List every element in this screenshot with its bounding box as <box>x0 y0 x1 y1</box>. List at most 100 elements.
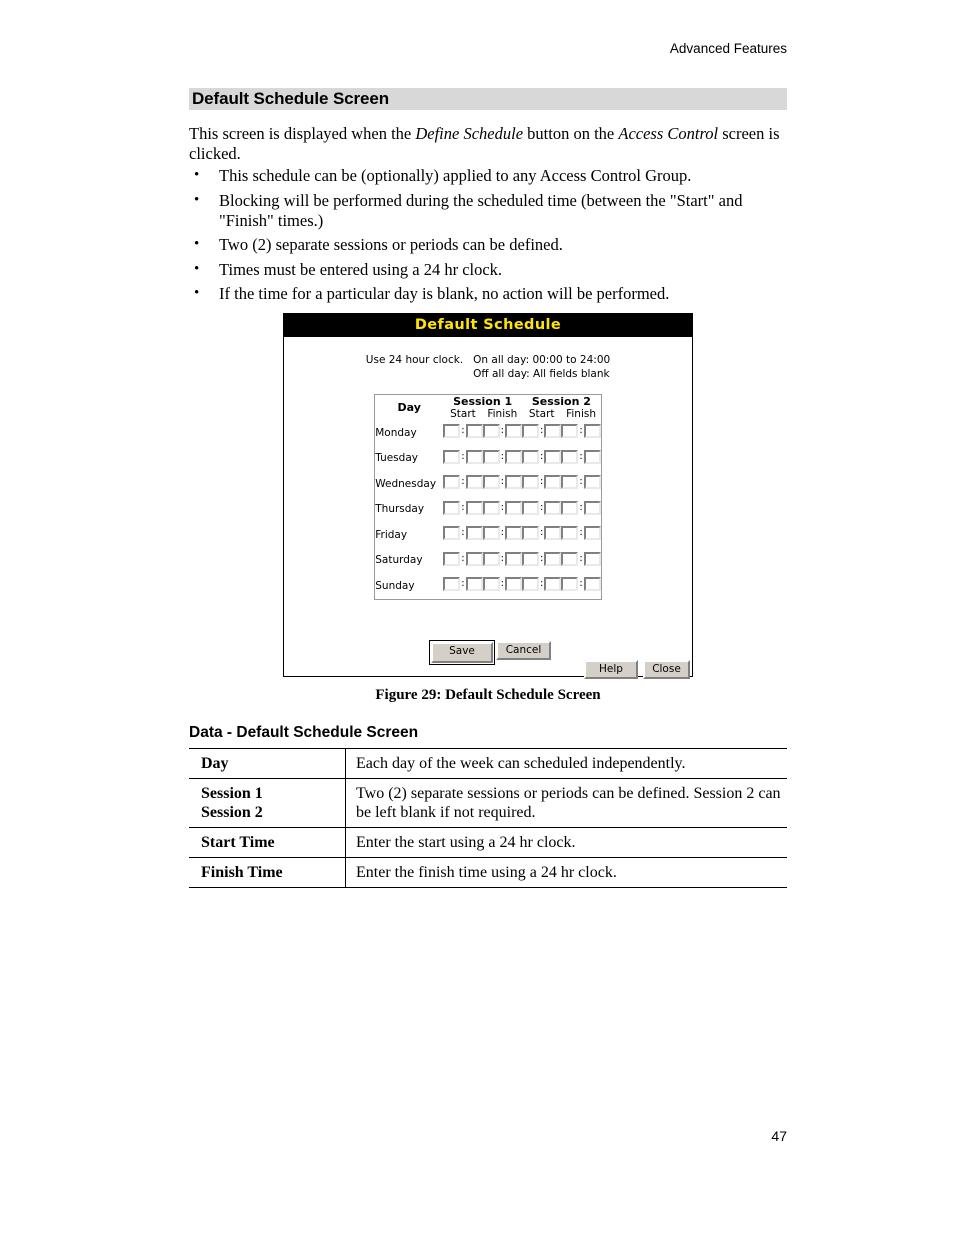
hour-input[interactable] <box>561 449 579 464</box>
field-saturday-session1-finish[interactable]: : <box>482 548 522 574</box>
intro-emphasis-define-schedule: Define Schedule <box>415 124 524 143</box>
minute-input[interactable] <box>465 475 483 490</box>
field-sunday-session2-start[interactable]: : <box>522 573 562 599</box>
bullet-marker-icon: • <box>194 167 200 183</box>
hour-input[interactable] <box>522 424 539 439</box>
field-tuesday-session1-finish[interactable]: : <box>482 446 522 472</box>
hour-input[interactable] <box>443 526 461 541</box>
hour-input[interactable] <box>443 551 461 566</box>
minute-input[interactable] <box>583 449 601 464</box>
minute-input[interactable] <box>544 526 562 541</box>
field-monday-session1-start[interactable]: : <box>443 420 483 446</box>
bullet-list: • This schedule can be (optionally) appl… <box>189 166 789 309</box>
hour-input[interactable] <box>561 577 579 592</box>
minute-input[interactable] <box>505 526 522 541</box>
hour-input[interactable] <box>482 475 500 490</box>
minute-input[interactable] <box>583 551 601 566</box>
hour-input[interactable] <box>561 500 579 515</box>
field-thursday-session2-start[interactable]: : <box>522 497 562 523</box>
hour-input[interactable] <box>482 500 500 515</box>
minute-input[interactable] <box>544 475 562 490</box>
hour-input[interactable] <box>443 500 461 515</box>
minute-input[interactable] <box>505 500 522 515</box>
field-wednesday-session2-finish[interactable]: : <box>561 471 601 497</box>
field-sunday-session1-start[interactable]: : <box>443 573 483 599</box>
day-label-monday: Monday <box>375 426 417 439</box>
field-tuesday-session2-start[interactable]: : <box>522 446 562 472</box>
field-monday-session2-finish[interactable]: : <box>561 420 601 446</box>
list-item-text: If the time for a particular day is blan… <box>219 284 670 303</box>
field-saturday-session2-finish[interactable]: : <box>561 548 601 574</box>
field-thursday-session1-finish[interactable]: : <box>482 497 522 523</box>
minute-input[interactable] <box>505 551 522 566</box>
field-monday-session1-finish[interactable]: : <box>482 420 522 446</box>
hour-input[interactable] <box>443 475 461 490</box>
table-row: Wednesday : ::: <box>375 471 602 497</box>
column-header-day: Day <box>397 401 421 414</box>
field-saturday-session2-start[interactable]: : <box>522 548 562 574</box>
minute-input[interactable] <box>544 551 562 566</box>
field-tuesday-session1-start[interactable]: : <box>443 446 483 472</box>
field-sunday-session2-finish[interactable]: : <box>561 573 601 599</box>
minute-input[interactable] <box>505 475 522 490</box>
field-friday-session2-finish[interactable]: : <box>561 522 601 548</box>
hour-input[interactable] <box>522 475 539 490</box>
minute-input[interactable] <box>583 500 601 515</box>
hour-input[interactable] <box>561 551 579 566</box>
minute-input[interactable] <box>583 475 601 490</box>
hour-input[interactable] <box>522 500 539 515</box>
minute-input[interactable] <box>465 500 483 515</box>
minute-input[interactable] <box>583 526 601 541</box>
minute-input[interactable] <box>465 424 483 439</box>
hour-input[interactable] <box>522 449 539 464</box>
field-sunday-session1-finish[interactable]: : <box>482 573 522 599</box>
minute-input[interactable] <box>544 449 562 464</box>
hour-input[interactable] <box>482 551 500 566</box>
field-friday-session2-start[interactable]: : <box>522 522 562 548</box>
minute-input[interactable] <box>505 449 522 464</box>
field-tuesday-session2-finish[interactable]: : <box>561 446 601 472</box>
hour-input[interactable] <box>561 475 579 490</box>
data-row-key-line1: Start Time <box>201 834 275 851</box>
field-monday-session2-start[interactable]: : <box>522 420 562 446</box>
field-thursday-session2-finish[interactable]: : <box>561 497 601 523</box>
hour-input[interactable] <box>443 577 461 592</box>
field-thursday-session1-start[interactable]: : <box>443 497 483 523</box>
hour-input[interactable] <box>522 577 539 592</box>
minute-input[interactable] <box>465 526 483 541</box>
minute-input[interactable] <box>544 577 562 592</box>
minute-input[interactable] <box>505 577 522 592</box>
minute-input[interactable] <box>544 424 562 439</box>
close-button[interactable]: Close <box>643 660 690 679</box>
hour-input[interactable] <box>561 424 579 439</box>
hour-input[interactable] <box>482 424 500 439</box>
hour-input[interactable] <box>443 424 461 439</box>
field-friday-session1-finish[interactable]: : <box>482 522 522 548</box>
field-friday-session1-start[interactable]: : <box>443 522 483 548</box>
minute-input[interactable] <box>465 551 483 566</box>
hour-input[interactable] <box>443 449 461 464</box>
hour-input[interactable] <box>482 526 500 541</box>
intro-emphasis-access-control: Access Control <box>618 124 719 143</box>
hour-input[interactable] <box>482 449 500 464</box>
hour-input[interactable] <box>522 526 539 541</box>
column-header-session2-start: Start <box>528 408 555 420</box>
save-button[interactable]: Save <box>429 640 495 665</box>
save-button-label: Save <box>431 642 493 663</box>
field-wednesday-session2-start[interactable]: : <box>522 471 562 497</box>
field-wednesday-session1-finish[interactable]: : <box>482 471 522 497</box>
minute-input[interactable] <box>465 577 483 592</box>
field-wednesday-session1-start[interactable]: : <box>443 471 483 497</box>
minute-input[interactable] <box>583 577 601 592</box>
hour-input[interactable] <box>522 551 539 566</box>
list-item: • Two (2) separate sessions or periods c… <box>189 235 789 255</box>
help-button[interactable]: Help <box>584 660 638 679</box>
hour-input[interactable] <box>561 526 579 541</box>
minute-input[interactable] <box>544 500 562 515</box>
minute-input[interactable] <box>583 424 601 439</box>
minute-input[interactable] <box>505 424 522 439</box>
minute-input[interactable] <box>465 449 483 464</box>
field-saturday-session1-start[interactable]: : <box>443 548 483 574</box>
cancel-button[interactable]: Cancel <box>496 641 551 660</box>
hour-input[interactable] <box>482 577 500 592</box>
